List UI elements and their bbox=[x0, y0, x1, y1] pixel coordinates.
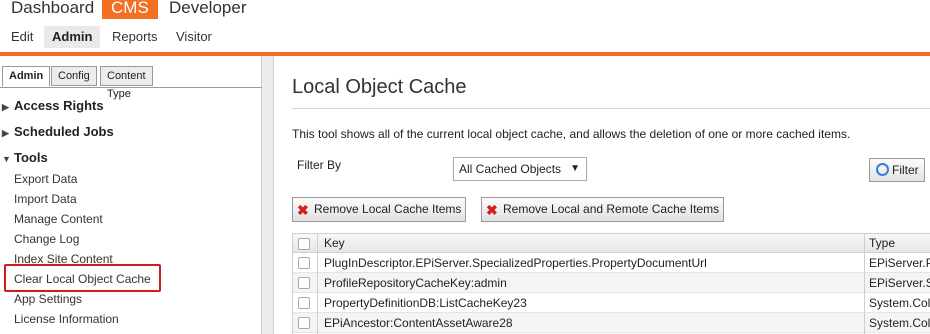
cache-type: EPiServer.P bbox=[869, 256, 930, 270]
subnav-admin[interactable]: Admin bbox=[44, 26, 101, 48]
cache-key: ProfileRepositoryCacheKey:admin bbox=[324, 276, 507, 290]
top-navigation: Dashboard CMS Developer Edit Admin Repor… bbox=[0, 0, 930, 66]
panel-splitter[interactable] bbox=[262, 56, 274, 334]
tab-divider bbox=[0, 87, 262, 88]
cache-type: System.Col bbox=[869, 316, 930, 330]
row-checkbox[interactable] bbox=[298, 297, 310, 309]
subnav-reports[interactable]: Reports bbox=[104, 26, 166, 48]
select-all-checkbox[interactable] bbox=[298, 238, 310, 250]
subnav-edit[interactable]: Edit bbox=[3, 26, 41, 48]
highlight-annotation bbox=[4, 264, 161, 292]
column-header-type[interactable]: Type bbox=[869, 236, 930, 250]
sidebar-item-app-settings[interactable]: App Settings bbox=[14, 292, 82, 306]
cache-type: EPiServer.S bbox=[869, 276, 930, 290]
sidebar-item-export-data[interactable]: Export Data bbox=[14, 172, 77, 186]
page-title: Local Object Cache bbox=[292, 76, 467, 98]
filter-button[interactable]: Filter bbox=[869, 158, 925, 182]
expand-arrow-icon: ▶ bbox=[2, 128, 9, 138]
section-scheduled-jobs[interactable]: ▶ Scheduled Jobs bbox=[0, 124, 114, 139]
row-checkbox[interactable] bbox=[298, 277, 310, 289]
cache-key: PlugInDescriptor.EPiServer.SpecializedPr… bbox=[324, 256, 707, 270]
refresh-icon bbox=[876, 163, 889, 176]
nav-developer[interactable]: Developer bbox=[169, 0, 247, 19]
nav-cms[interactable]: CMS bbox=[102, 0, 158, 19]
tab-admin[interactable]: Admin bbox=[2, 66, 51, 87]
dropdown-arrow-icon: ▼ bbox=[570, 163, 580, 174]
delete-icon: ✖ bbox=[297, 202, 309, 218]
table-row: PlugInDescriptor.EPiServer.SpecializedPr… bbox=[293, 253, 930, 273]
column-divider bbox=[317, 233, 318, 334]
sidebar-item-change-log[interactable]: Change Log bbox=[14, 232, 79, 246]
remove-local-remote-cache-button[interactable]: ✖ Remove Local and Remote Cache Items bbox=[481, 197, 725, 222]
section-tools[interactable]: ▼ Tools bbox=[0, 150, 48, 165]
collapse-arrow-icon: ▼ bbox=[2, 154, 11, 164]
cache-type: System.Col bbox=[869, 296, 930, 310]
tab-config[interactable]: Config bbox=[51, 66, 97, 86]
cache-key: PropertyDefinitionDB:ListCacheKey23 bbox=[324, 296, 527, 310]
main-content: Local Object Cache This tool shows all o… bbox=[275, 56, 930, 334]
sidebar-item-license-information[interactable]: License Information bbox=[14, 312, 119, 326]
delete-icon: ✖ bbox=[486, 202, 498, 218]
table-header: Key Type bbox=[293, 233, 930, 253]
row-checkbox[interactable] bbox=[298, 257, 310, 269]
page-description: This tool shows all of the current local… bbox=[292, 127, 851, 141]
admin-sidebar: Admin Config Content Type ▶ Access Rights… bbox=[0, 56, 262, 334]
filter-label: Filter By bbox=[297, 158, 342, 172]
row-checkbox[interactable] bbox=[298, 317, 310, 329]
filter-select-value: All Cached Objects bbox=[459, 162, 562, 176]
column-header-key[interactable]: Key bbox=[324, 236, 345, 250]
section-access-rights[interactable]: ▶ Access Rights bbox=[0, 98, 104, 113]
table-row: PropertyDefinitionDB:ListCacheKey23 Syst… bbox=[293, 293, 930, 313]
filter-select[interactable]: All Cached Objects ▼ bbox=[453, 157, 587, 181]
tab-content-type[interactable]: Content Type bbox=[100, 66, 153, 100]
cache-table: Key Type PlugInDescriptor.EPiServer.Spec… bbox=[292, 233, 930, 334]
remove-local-cache-button[interactable]: ✖ Remove Local Cache Items bbox=[292, 197, 467, 222]
sidebar-item-import-data[interactable]: Import Data bbox=[14, 192, 77, 206]
sidebar-item-manage-content[interactable]: Manage Content bbox=[14, 212, 103, 226]
table-row: EPiAncestor:ContentAssetAware28 System.C… bbox=[293, 313, 930, 333]
title-divider bbox=[292, 108, 930, 109]
table-row: ProfileRepositoryCacheKey:admin EPiServe… bbox=[293, 273, 930, 293]
nav-dashboard[interactable]: Dashboard bbox=[11, 0, 94, 19]
cache-key: EPiAncestor:ContentAssetAware28 bbox=[324, 316, 513, 330]
expand-arrow-icon: ▶ bbox=[2, 102, 9, 112]
column-divider[interactable] bbox=[864, 233, 865, 334]
